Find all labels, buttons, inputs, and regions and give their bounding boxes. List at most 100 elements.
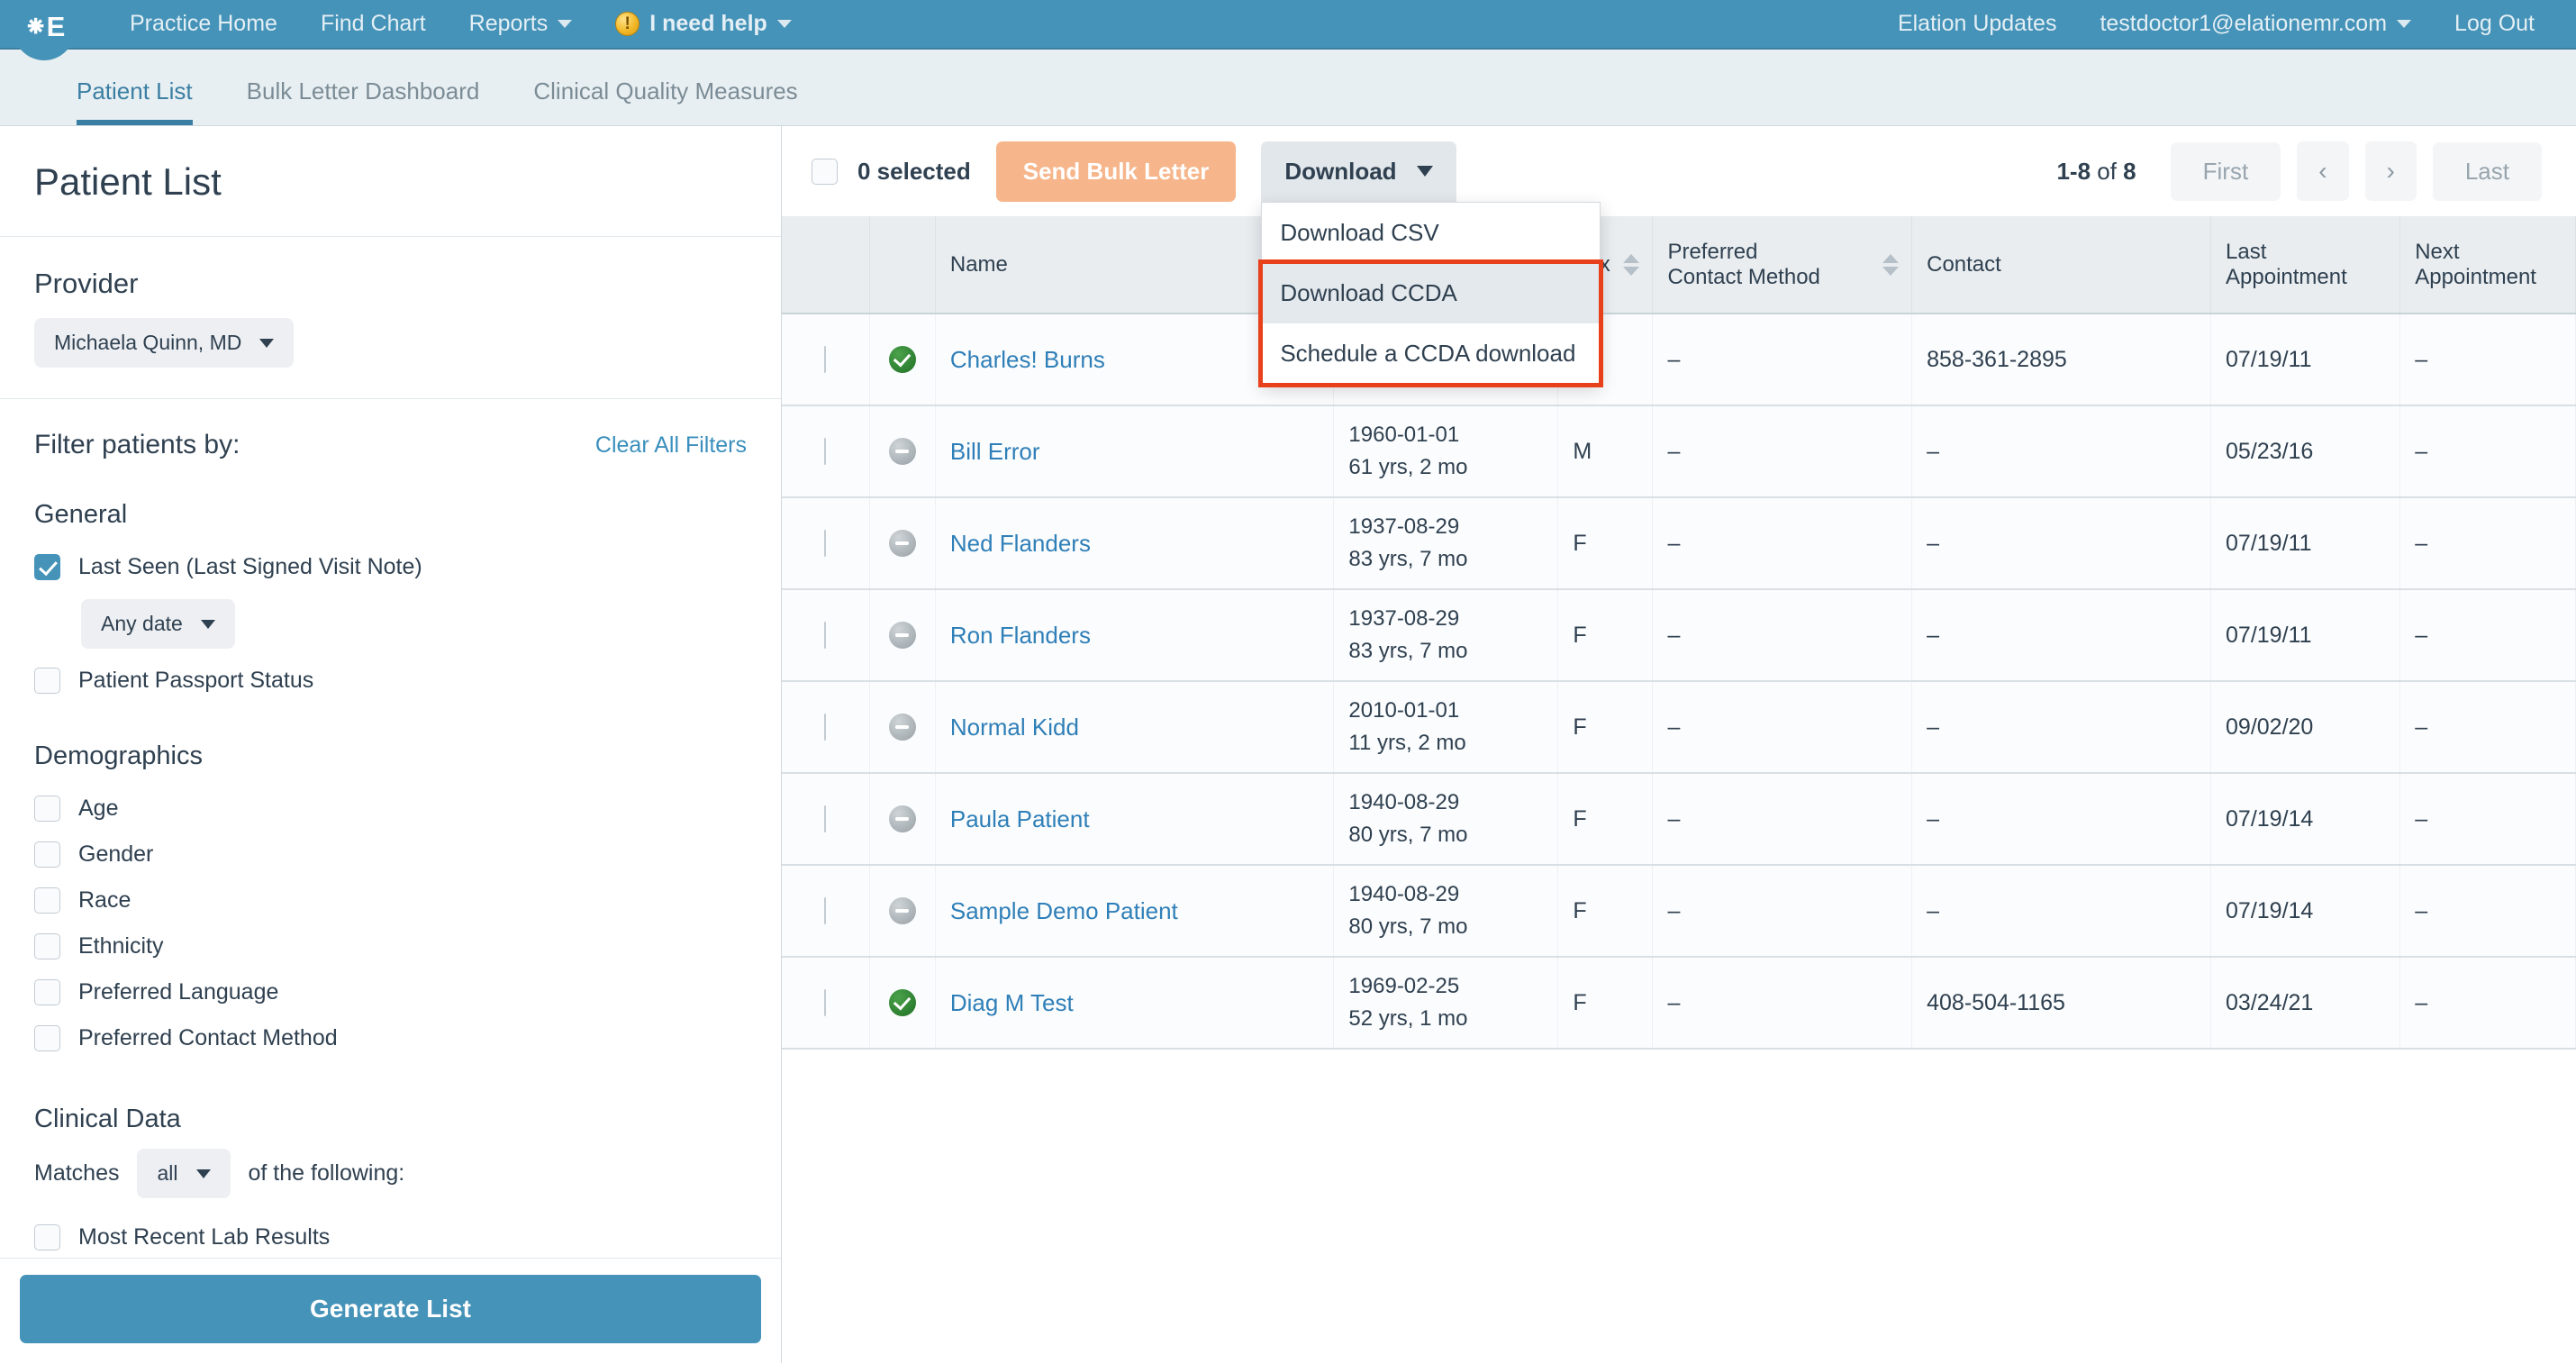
elation-logo-icon[interactable]: ⁕E — [14, 0, 75, 60]
patient-name-link[interactable]: Bill Error — [950, 438, 1040, 465]
sort-icon[interactable] — [1882, 253, 1900, 276]
patient-name-link[interactable]: Sample Demo Patient — [950, 897, 1178, 924]
filter-label: Last Seen (Last Signed Visit Note) — [78, 554, 422, 579]
menu-item-schedule-ccda-download[interactable]: Schedule a CCDA download — [1262, 323, 1600, 384]
header-label: Preferred Contact Method — [1667, 239, 1820, 289]
row-next-appointment-cell: – — [2399, 314, 2576, 406]
filter-race[interactable]: Race — [34, 878, 747, 923]
table-row[interactable]: Charles! Burns1937-08-2983 yrs, 7 moF–85… — [782, 314, 2576, 406]
filter-last-seen[interactable]: Last Seen (Last Signed Visit Note) — [34, 544, 747, 590]
row-last-appointment-cell: 09/02/20 — [2210, 681, 2401, 774]
nav-item-account-email[interactable]: testdoctor1@elationemr.com — [2078, 11, 2433, 37]
nav-item-find-chart[interactable]: Find Chart — [299, 11, 448, 37]
tab-patient-list[interactable]: Patient List — [50, 77, 220, 125]
header-preferred-contact-method[interactable]: Preferred Contact Method — [1652, 216, 1913, 314]
nav-item-i-need-help[interactable]: ! I need help — [594, 11, 813, 37]
matches-select[interactable]: all — [137, 1149, 231, 1198]
pagination-last-button[interactable]: Last — [2432, 141, 2542, 201]
nav-item-reports[interactable]: Reports — [448, 11, 594, 37]
table-row[interactable]: Sample Demo Patient 1940-08-29 80 yrs, 7 m… — [782, 865, 2576, 958]
checkbox-race[interactable] — [34, 887, 60, 914]
patient-name-link[interactable]: Ned Flanders — [950, 530, 1091, 557]
group-heading-clinical-data: Clinical Data — [34, 1105, 181, 1133]
header-status — [869, 216, 936, 314]
row-status-cell — [869, 865, 936, 958]
filter-ethnicity[interactable]: Ethnicity — [34, 923, 747, 969]
checkbox-patient-passport-status[interactable] — [34, 668, 60, 694]
nav-item-practice-home[interactable]: Practice Home — [108, 11, 299, 37]
row-checkbox[interactable] — [824, 621, 827, 649]
nav-item-log-out[interactable]: Log Out — [2433, 11, 2556, 37]
filter-most-recent-lab-results[interactable]: Most Recent Lab Results — [34, 1214, 747, 1258]
table-row[interactable]: Normal Kidd 2010-01-01 11 yrs, 2 mo F – –09/0… — [782, 681, 2576, 774]
checkbox-preferred-language[interactable] — [34, 979, 60, 1005]
tab-bulk-letter-dashboard[interactable]: Bulk Letter Dashboard — [220, 77, 507, 125]
checkbox-most-recent-lab-results[interactable] — [34, 1224, 60, 1250]
download-button[interactable]: Download — [1261, 141, 1456, 202]
row-checkbox[interactable] — [824, 345, 827, 373]
row-checkbox[interactable] — [824, 896, 827, 924]
header-next-appointment[interactable]: Next Appointment — [2399, 216, 2576, 314]
filter-gender[interactable]: Gender — [34, 832, 747, 878]
patient-name-link[interactable]: Charles! Burns — [950, 346, 1105, 373]
row-checkbox[interactable] — [824, 529, 827, 557]
checkbox-gender[interactable] — [34, 841, 60, 868]
filter-age[interactable]: Age — [34, 786, 747, 832]
patient-table-scroll[interactable]: Name DOB Sex Preferred Contact Method — [782, 216, 2576, 1363]
status-inactive-icon — [888, 805, 916, 832]
row-checkbox[interactable] — [824, 805, 827, 832]
last-seen-date-select[interactable]: Any date — [81, 599, 235, 649]
patient-name-link[interactable]: Ron Flanders — [950, 622, 1091, 649]
provider-select[interactable]: Michaela Quinn, MD — [34, 318, 295, 368]
row-select-cell — [782, 773, 870, 866]
checkbox-preferred-contact-method[interactable] — [34, 1025, 60, 1051]
table-row[interactable]: Ned Flanders 1937-08-29 83 yrs, 7 mo F – –07/… — [782, 497, 2576, 590]
patient-name-link[interactable]: Paula Patient — [950, 805, 1090, 832]
list-toolbar: 0 selected Send Bulk Letter Download Dow… — [782, 126, 2576, 387]
last-seen-date-value: Any date — [101, 612, 183, 635]
send-bulk-letter-button[interactable]: Send Bulk Letter — [995, 141, 1237, 202]
pagination-first-button[interactable]: First — [2170, 141, 2281, 201]
header-last-appointment[interactable]: Last Appointment — [2210, 216, 2401, 314]
header-select — [782, 216, 870, 314]
filter-patient-passport-status[interactable]: Patient Passport Status — [34, 658, 747, 704]
table-row[interactable]: Bill Error 1960-01-01 61 yrs, 2 mo M – –05/23… — [782, 405, 2576, 498]
checkbox-last-seen[interactable] — [34, 554, 60, 580]
patient-age: 80 yrs, 7 mo — [1348, 823, 1468, 847]
checkbox-ethnicity[interactable] — [34, 933, 60, 959]
row-select-cell — [782, 497, 870, 590]
row-select-cell — [782, 681, 870, 774]
table-row[interactable]: Ron Flanders 1937-08-29 83 yrs, 7 mo F – –07/… — [782, 589, 2576, 682]
tab-label: Bulk Letter Dashboard — [246, 77, 480, 105]
menu-item-download-csv[interactable]: Download CSV — [1262, 203, 1600, 263]
row-checkbox[interactable] — [824, 713, 827, 741]
table-row[interactable]: Diag M Test 1969-02-25 52 yrs, 1 mo F –408-5… — [782, 957, 2576, 1050]
nav-item-elation-updates[interactable]: Elation Updates — [1876, 11, 2079, 37]
header-contact[interactable]: Contact — [1911, 216, 2212, 314]
row-contact-cell: – — [1911, 589, 2212, 682]
filter-scroll-area[interactable]: Filter patients by: Clear All Filters Ge… — [0, 399, 781, 1258]
clear-all-filters-link[interactable]: Clear All Filters — [595, 432, 747, 459]
patient-name-link[interactable]: Normal Kidd — [950, 714, 1079, 741]
row-next-appointment-cell: – — [2399, 957, 2576, 1050]
pagination-prev-button[interactable]: ‹ — [2297, 141, 2349, 201]
filter-preferred-language[interactable]: Preferred Language — [34, 969, 747, 1015]
row-checkbox[interactable] — [824, 988, 827, 1016]
patient-name-link[interactable]: Diag M Test — [950, 989, 1074, 1016]
chevron-down-icon — [195, 1168, 211, 1178]
checkbox-age[interactable] — [34, 796, 60, 822]
sort-icon[interactable] — [1623, 253, 1640, 276]
row-preferred-contact-method-cell: – — [1652, 957, 1913, 1050]
row-checkbox[interactable] — [824, 437, 827, 465]
row-dob-cell: 1937-08-29 83 yrs, 7 mo — [1333, 497, 1559, 590]
select-all-checkbox[interactable] — [812, 158, 838, 185]
table-row[interactable]: Paula Patient 1940-08-29 80 yrs, 7 mo F – –07… — [782, 773, 2576, 866]
top-navigation-bar: ⁕E Practice Home Find Chart Reports ! I … — [0, 0, 2576, 60]
primary-nav-items: Practice Home Find Chart Reports ! I nee… — [108, 11, 813, 37]
row-next-appointment-cell: – — [2399, 405, 2576, 498]
filter-preferred-contact-method[interactable]: Preferred Contact Method — [34, 1015, 747, 1061]
tab-clinical-quality-measures[interactable]: Clinical Quality Measures — [506, 77, 824, 125]
menu-item-download-ccda[interactable]: Download CCDA — [1262, 262, 1601, 323]
pagination-next-button[interactable]: › — [2364, 141, 2417, 201]
generate-list-button[interactable]: Generate List — [20, 1275, 761, 1343]
